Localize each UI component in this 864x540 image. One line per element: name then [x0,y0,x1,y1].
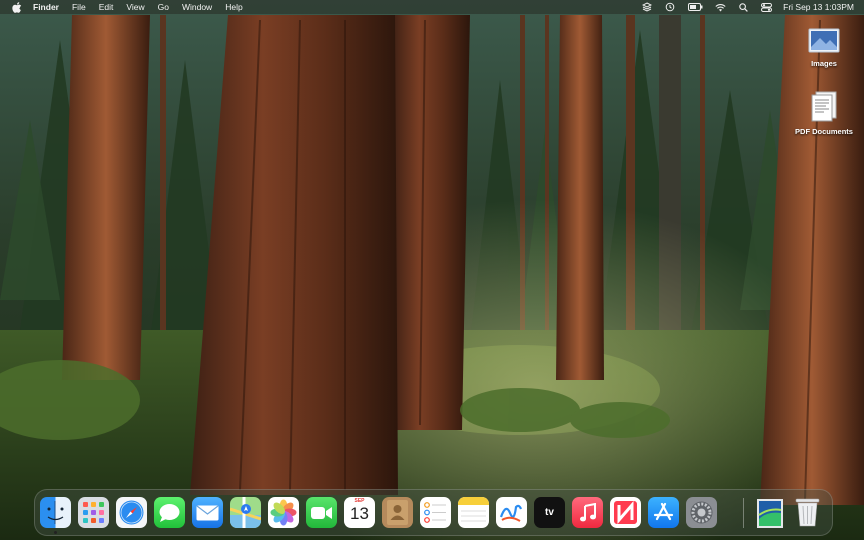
system-settings-icon[interactable] [686,497,717,528]
downloads-stack-icon[interactable] [754,497,785,528]
trash-icon[interactable] [792,497,823,528]
images-folder-icon [808,28,840,53]
menu-app-finder[interactable]: Finder [33,0,59,14]
finder-icon[interactable] [40,497,71,528]
menu-go[interactable]: Go [158,0,169,14]
dock: SEP 13 tv [34,489,833,536]
menu-file[interactable]: File [72,0,86,14]
time-machine-icon[interactable] [664,2,676,13]
freeform-icon[interactable] [496,497,527,528]
menu-bar-clock[interactable]: Fri Sep 13 1:03PM [783,0,854,14]
menu-window[interactable]: Window [182,0,212,14]
layers-icon[interactable] [641,2,653,13]
apple-tv-icon[interactable]: tv [534,497,565,528]
menu-edit[interactable]: Edit [99,0,114,14]
music-icon[interactable] [572,497,603,528]
calendar-icon[interactable]: SEP 13 [344,497,375,528]
desktop-wallpaper [0,0,864,540]
app-store-icon[interactable] [648,497,679,528]
launchpad-icon[interactable] [78,497,109,528]
messages-icon[interactable] [154,497,185,528]
notes-icon[interactable] [458,497,489,528]
desktop-item-label: Images [811,59,837,68]
mail-icon[interactable] [192,497,223,528]
desktop-item-images[interactable]: Images [789,25,859,68]
photos-icon[interactable] [268,497,299,528]
apple-tv-label: tv [545,507,554,518]
reminders-icon[interactable] [420,497,451,528]
apple-menu-icon[interactable] [12,1,23,13]
menu-bar: Finder File Edit View Go Window Help Fri… [0,0,864,14]
safari-icon[interactable] [116,497,147,528]
maps-icon[interactable] [230,497,261,528]
pdf-documents-icon [811,91,837,122]
contacts-icon[interactable] [382,497,413,528]
news-icon[interactable] [610,497,641,528]
spotlight-search-icon[interactable] [737,2,749,13]
menu-help[interactable]: Help [225,0,242,14]
wifi-icon[interactable] [714,2,726,13]
desktop-item-pdf-documents[interactable]: PDF Documents [789,89,859,136]
facetime-icon[interactable] [306,497,337,528]
dock-separator [743,498,744,528]
control-center-icon[interactable] [760,2,772,13]
running-indicator [54,531,57,534]
menu-view[interactable]: View [126,0,144,14]
desktop-item-label: PDF Documents [795,127,853,136]
battery-icon[interactable] [687,2,703,13]
calendar-day: 13 [350,504,369,523]
